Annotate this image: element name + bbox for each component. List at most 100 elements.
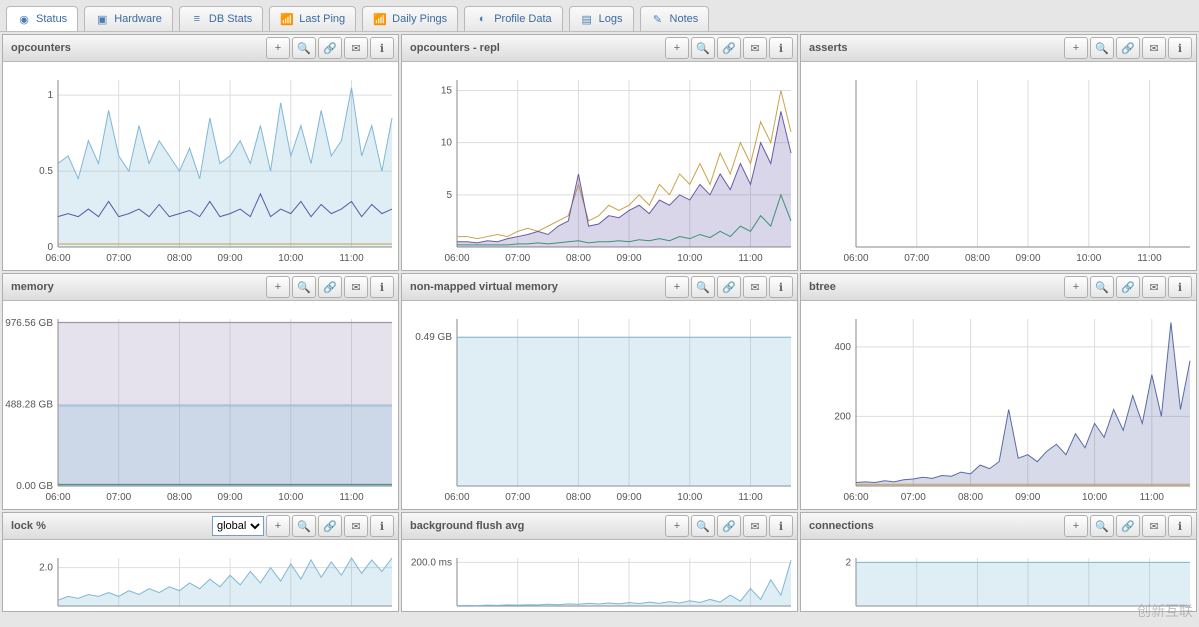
info-button[interactable]: ℹ xyxy=(370,276,394,298)
search-button[interactable]: 🔍 xyxy=(292,515,316,537)
plus-button[interactable]: + xyxy=(1064,37,1088,59)
tab-lastping[interactable]: 📶Last Ping xyxy=(269,6,356,31)
chart-opcounters: 00.5106:0007:0008:0009:0010:0011:00 xyxy=(3,62,398,270)
svg-text:06:00: 06:00 xyxy=(444,253,469,264)
svg-text:07:00: 07:00 xyxy=(505,492,530,503)
tab-notes[interactable]: ✎Notes xyxy=(640,6,710,31)
search-button[interactable]: 🔍 xyxy=(292,276,316,298)
svg-text:200.0 ms: 200.0 ms xyxy=(411,557,452,568)
notes-icon: ✎ xyxy=(651,12,665,26)
mail-icon: ✉ xyxy=(1149,281,1158,294)
svg-text:200: 200 xyxy=(834,411,851,422)
info-button[interactable]: ℹ xyxy=(1168,515,1192,537)
dbstats-icon: ≡ xyxy=(190,12,204,26)
chart-non-mapped-vm: 0.49 GB06:0007:0008:0009:0010:0011:00 xyxy=(402,301,797,509)
svg-text:06:00: 06:00 xyxy=(843,492,868,503)
info-button[interactable]: ℹ xyxy=(1168,276,1192,298)
search-button[interactable]: 🔍 xyxy=(691,276,715,298)
search-button[interactable]: 🔍 xyxy=(691,515,715,537)
svg-text:400: 400 xyxy=(834,342,851,353)
tab-profiledata[interactable]: ◐Profile Data xyxy=(464,6,562,31)
svg-text:06:00: 06:00 xyxy=(45,492,70,503)
search-icon: 🔍 xyxy=(297,281,311,294)
link-button[interactable]: 🔗 xyxy=(1116,37,1140,59)
svg-text:0: 0 xyxy=(47,242,53,253)
panel-connections: connections+🔍🔗✉ℹ2 xyxy=(800,512,1197,612)
svg-text:1: 1 xyxy=(47,90,53,101)
mail-button[interactable]: ✉ xyxy=(743,37,767,59)
svg-text:11:00: 11:00 xyxy=(738,253,763,264)
plus-button[interactable]: + xyxy=(1064,276,1088,298)
plus-button[interactable]: + xyxy=(266,515,290,537)
plus-icon: + xyxy=(1073,281,1079,293)
link-button[interactable]: 🔗 xyxy=(318,37,342,59)
link-button[interactable]: 🔗 xyxy=(1116,515,1140,537)
panel-title: connections xyxy=(805,520,874,532)
panel-title: background flush avg xyxy=(406,520,524,532)
mail-button[interactable]: ✉ xyxy=(344,515,368,537)
info-button[interactable]: ℹ xyxy=(769,515,793,537)
info-button[interactable]: ℹ xyxy=(1168,37,1192,59)
info-button[interactable]: ℹ xyxy=(769,37,793,59)
link-button[interactable]: 🔗 xyxy=(717,515,741,537)
panel-title: non-mapped virtual memory xyxy=(406,281,558,293)
link-button[interactable]: 🔗 xyxy=(717,37,741,59)
mail-button[interactable]: ✉ xyxy=(743,276,767,298)
svg-text:07:00: 07:00 xyxy=(901,492,926,503)
search-button[interactable]: 🔍 xyxy=(691,37,715,59)
panel-btree: btree+🔍🔗✉ℹ20040006:0007:0008:0009:0010:0… xyxy=(800,273,1197,510)
plus-icon: + xyxy=(275,281,281,293)
info-icon: ℹ xyxy=(380,520,384,533)
svg-text:07:00: 07:00 xyxy=(106,253,131,264)
link-icon: 🔗 xyxy=(1121,281,1135,294)
info-icon: ℹ xyxy=(779,281,783,294)
svg-text:09:00: 09:00 xyxy=(1015,492,1040,503)
panel-header: connections +🔍 🔗 ✉ ℹ xyxy=(801,513,1196,540)
info-button[interactable]: ℹ xyxy=(769,276,793,298)
plus-button[interactable]: + xyxy=(266,37,290,59)
link-button[interactable]: 🔗 xyxy=(717,276,741,298)
link-button[interactable]: 🔗 xyxy=(1116,276,1140,298)
link-button[interactable]: 🔗 xyxy=(318,515,342,537)
mail-button[interactable]: ✉ xyxy=(344,37,368,59)
plus-button[interactable]: + xyxy=(665,515,689,537)
panel-toolbar: global+🔍🔗✉ ℹ xyxy=(212,515,394,537)
tab-dailypings[interactable]: 📶Daily Pings xyxy=(362,6,458,31)
link-button[interactable]: 🔗 xyxy=(318,276,342,298)
search-button[interactable]: 🔍 xyxy=(1090,276,1114,298)
mail-button[interactable]: ✉ xyxy=(743,515,767,537)
tab-status[interactable]: ◉Status xyxy=(6,6,78,31)
mail-button[interactable]: ✉ xyxy=(1142,37,1166,59)
mail-button[interactable]: ✉ xyxy=(1142,276,1166,298)
mail-icon: ✉ xyxy=(1149,520,1158,533)
search-icon: 🔍 xyxy=(696,281,710,294)
svg-text:06:00: 06:00 xyxy=(45,253,70,264)
link-icon: 🔗 xyxy=(722,520,736,533)
chart-btree: 20040006:0007:0008:0009:0010:0011:00 xyxy=(801,301,1196,509)
tab-hardware[interactable]: ▣Hardware xyxy=(84,6,173,31)
plus-button[interactable]: + xyxy=(665,276,689,298)
svg-text:15: 15 xyxy=(441,85,453,96)
search-button[interactable]: 🔍 xyxy=(1090,37,1114,59)
mail-button[interactable]: ✉ xyxy=(344,276,368,298)
chart-bg-flush: 200.0 ms xyxy=(402,540,797,611)
lock-scope-select[interactable]: global xyxy=(212,516,264,536)
search-button[interactable]: 🔍 xyxy=(292,37,316,59)
panel-asserts: asserts+🔍🔗✉ℹ06:0007:0008:0009:0010:0011:… xyxy=(800,34,1197,271)
info-icon: ℹ xyxy=(1178,520,1182,533)
mail-button[interactable]: ✉ xyxy=(1142,515,1166,537)
info-icon: ℹ xyxy=(779,520,783,533)
svg-text:0.00 GB: 0.00 GB xyxy=(16,481,53,492)
search-button[interactable]: 🔍 xyxy=(1090,515,1114,537)
tab-logs[interactable]: ▤Logs xyxy=(569,6,634,31)
svg-text:07:00: 07:00 xyxy=(904,253,929,264)
plus-button[interactable]: + xyxy=(266,276,290,298)
svg-text:07:00: 07:00 xyxy=(106,492,131,503)
link-icon: 🔗 xyxy=(1121,520,1135,533)
plus-button[interactable]: + xyxy=(1064,515,1088,537)
plus-icon: + xyxy=(1073,42,1079,54)
plus-button[interactable]: + xyxy=(665,37,689,59)
tab-dbstats[interactable]: ≡DB Stats xyxy=(179,6,263,31)
info-button[interactable]: ℹ xyxy=(370,37,394,59)
info-button[interactable]: ℹ xyxy=(370,515,394,537)
